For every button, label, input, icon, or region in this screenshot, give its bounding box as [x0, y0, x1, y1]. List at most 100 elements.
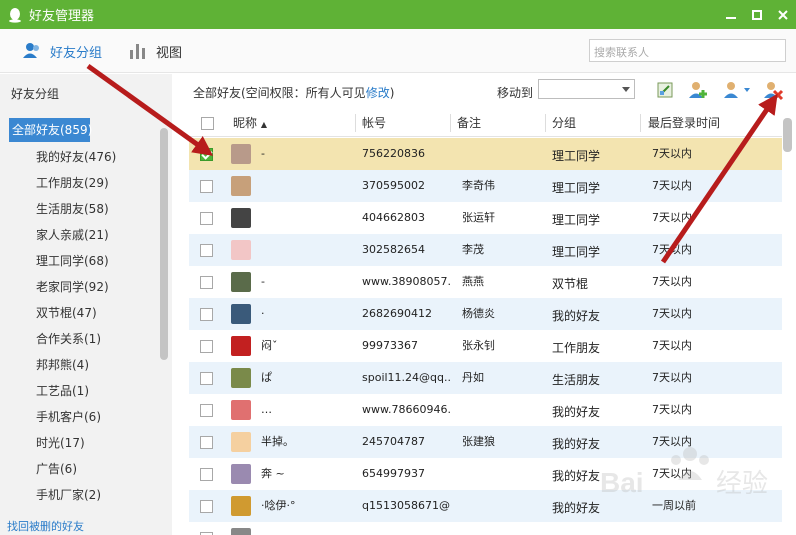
search-input[interactable]: 搜索联系人: [589, 39, 786, 62]
cell-account: 2682690412: [362, 307, 432, 320]
permission-close: ): [389, 86, 395, 100]
cell-group: 理工同学: [552, 213, 601, 227]
sidebar-scrollbar[interactable]: [160, 128, 168, 360]
column-remark[interactable]: 备注: [457, 109, 481, 137]
sidebar-group-item[interactable]: 生活朋友(58): [0, 196, 165, 222]
sidebar-group-item[interactable]: 全部好友(859): [9, 118, 92, 142]
cell-account: 302582654: [362, 243, 425, 256]
table-scrollbar[interactable]: [783, 118, 792, 152]
sidebar-group-item[interactable]: 双节棍(47): [0, 300, 165, 326]
row-checkbox[interactable]: [200, 180, 213, 193]
cell-remark: 张永钊: [462, 339, 495, 352]
cell-nick: ·: [261, 307, 265, 320]
cell-login: 7天以内: [652, 371, 692, 384]
row-checkbox[interactable]: [200, 308, 213, 321]
avatar: [231, 304, 251, 324]
table-row[interactable]: 404662803 张运轩 理工同学 7天以内: [189, 202, 782, 234]
cell-nick: 奔 ~: [261, 467, 285, 480]
cell-remark: 李奇伟: [462, 179, 495, 192]
permission-modify-link[interactable]: 修改: [366, 86, 390, 100]
sort-asc-icon: ▲: [260, 120, 267, 129]
column-account[interactable]: 帐号: [362, 109, 386, 137]
edit-remark-icon[interactable]: [654, 79, 676, 101]
column-last-login[interactable]: 最后登录时间: [648, 109, 720, 137]
column-nickname[interactable]: 昵称 ▲: [233, 109, 267, 137]
bar-chart-icon: [128, 41, 148, 61]
sidebar-group-item[interactable]: 我的好友(476): [0, 144, 165, 170]
delete-friend-icon[interactable]: [762, 79, 784, 101]
column-divider: [355, 114, 356, 132]
row-checkbox[interactable]: [200, 500, 213, 513]
svg-text:经验: 经验: [716, 469, 768, 499]
sidebar-group-item[interactable]: 理工同学(68): [0, 248, 165, 274]
cell-remark: 张运轩: [462, 211, 495, 224]
cell-group: 理工同学: [552, 245, 601, 259]
sidebar-group-item[interactable]: 工作朋友(29): [0, 170, 165, 196]
column-group[interactable]: 分组: [552, 109, 576, 137]
table-row[interactable]: - 756220836 理工同学 7天以内: [189, 138, 782, 170]
recover-deleted-friends-link[interactable]: 找回被删的好友: [7, 518, 84, 534]
table-row[interactable]: … www.78660946... 我的好友 7天以内: [189, 394, 782, 426]
cell-nick: 闷ˇ: [261, 339, 278, 352]
qq-penguin-icon: [7, 7, 23, 23]
sidebar-title: 好友分组: [11, 87, 60, 101]
move-to-select[interactable]: [538, 79, 635, 99]
table-row[interactable]: 闷ˇ 99973367 张永钊 工作朋友 7天以内: [189, 330, 782, 362]
cell-account: 99973367: [362, 339, 418, 352]
row-checkbox[interactable]: [200, 468, 213, 481]
sidebar-group-item[interactable]: 手机厂家(2): [0, 482, 165, 508]
sidebar-group-item[interactable]: 老家同学(92): [0, 274, 165, 300]
cell-account: 404662803: [362, 211, 425, 224]
row-checkbox[interactable]: [200, 340, 213, 353]
avatar: [231, 432, 251, 452]
cell-remark: 杨德炎: [462, 307, 495, 320]
table-row[interactable]: ぱ spoil11.24@qq.... 丹如 生活朋友 7天以内: [189, 362, 782, 394]
cell-login: 7天以内: [652, 403, 692, 416]
view-tab[interactable]: 视图: [128, 29, 182, 73]
sidebar-group-item[interactable]: 时光(17): [0, 430, 165, 456]
sidebar-group-item[interactable]: 手机客户(6): [0, 404, 165, 430]
row-checkbox[interactable]: [200, 148, 213, 161]
avatar: [231, 336, 251, 356]
close-icon[interactable]: [770, 0, 796, 29]
select-all-checkbox[interactable]: [201, 117, 214, 130]
view-label: 视图: [156, 45, 183, 61]
table-row[interactable]: 302582654 李茂 理工同学 7天以内: [189, 234, 782, 266]
window-title: 好友管理器: [29, 9, 95, 24]
cell-group: 工作朋友: [552, 341, 601, 355]
sidebar-group-item[interactable]: 邦邦熊(4): [0, 352, 165, 378]
table-row[interactable]: [189, 522, 782, 535]
row-checkbox[interactable]: [200, 276, 213, 289]
table-row[interactable]: - www.38908057... 燕燕 双节棍 7天以内: [189, 266, 782, 298]
cell-login: 7天以内: [652, 179, 692, 192]
row-checkbox[interactable]: [200, 404, 213, 417]
avatar: [231, 240, 251, 260]
sidebar-group-item[interactable]: 工艺品(1): [0, 378, 165, 404]
cell-nick: -: [261, 275, 265, 288]
table-row[interactable]: · 2682690412 杨德炎 我的好友 7天以内: [189, 298, 782, 330]
cell-group: 生活朋友: [552, 373, 601, 387]
row-checkbox[interactable]: [200, 372, 213, 385]
cell-login: 7天以内: [652, 147, 692, 160]
sidebar-group-item[interactable]: 合作关系(1): [0, 326, 165, 352]
contact-menu-icon[interactable]: [722, 79, 752, 101]
row-checkbox[interactable]: [200, 244, 213, 257]
row-checkbox[interactable]: [200, 436, 213, 449]
add-friend-icon[interactable]: [687, 79, 709, 101]
minimize-icon[interactable]: [718, 0, 744, 29]
cell-account: spoil11.24@qq....: [362, 371, 450, 384]
sidebar-group-item[interactable]: 广告(6): [0, 456, 165, 482]
sidebar-group-item[interactable]: 家人亲戚(21): [0, 222, 165, 248]
cell-login: 7天以内: [652, 307, 692, 320]
maximize-icon[interactable]: [744, 0, 770, 29]
permission-line: 全部好友(空间权限：所有人可见修改): [193, 84, 394, 101]
cell-group: 双节棍: [552, 277, 589, 291]
row-checkbox[interactable]: [200, 212, 213, 225]
cell-remark: 丹如: [462, 371, 484, 384]
column-divider: [545, 114, 546, 132]
cell-group: 我的好友: [552, 501, 601, 515]
friends-group-tab[interactable]: 好友分组: [22, 29, 102, 73]
cell-account: www.38908057...: [362, 275, 450, 288]
table-row[interactable]: 370595002 李奇伟 理工同学 7天以内: [189, 170, 782, 202]
cell-account: www.78660946...: [362, 403, 450, 416]
